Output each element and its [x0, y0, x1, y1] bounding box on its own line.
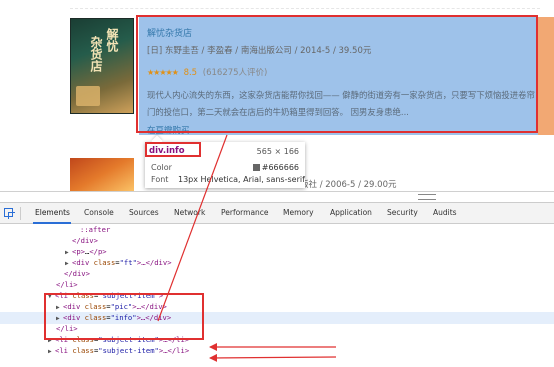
devtools-tabbar: Elements Console Sources Network Perform… — [0, 202, 554, 224]
dom-tag: </div> — [64, 269, 90, 278]
tab-application[interactable]: Application — [330, 208, 372, 217]
grip-icon — [418, 194, 436, 200]
dom-attr-value: "ft" — [119, 258, 137, 267]
tooltip-color-value: #666666 — [252, 163, 299, 172]
tooltip-font-label: Font — [151, 175, 169, 184]
tab-divider — [20, 207, 21, 220]
dom-attr-value: "subject-item" — [98, 346, 159, 355]
dom-pseudo: ::after — [80, 225, 111, 234]
dom-attr: class — [72, 346, 94, 355]
color-swatch-icon — [252, 164, 260, 171]
dom-tag: <div — [72, 258, 90, 267]
dom-tag: </li> — [56, 280, 78, 289]
inspect-element-icon[interactable] — [4, 208, 15, 219]
tab-audits[interactable]: Audits — [433, 208, 457, 217]
dom-tag: >…</div> — [136, 258, 172, 267]
cover-illustration — [76, 86, 100, 106]
divider — [70, 8, 540, 9]
cover-title-b: 杂货店 — [89, 36, 103, 72]
annotation-box-dom — [44, 293, 204, 340]
tooltip-color-label: Color — [151, 163, 172, 172]
dom-tag: <p> — [72, 247, 85, 256]
cover-title-a: 解忧 — [105, 28, 119, 52]
tab-sources[interactable]: Sources — [129, 208, 159, 217]
dom-attr: class — [93, 258, 116, 267]
tab-performance[interactable]: Performance — [221, 208, 269, 217]
tab-elements[interactable]: Elements — [35, 208, 70, 217]
tab-network[interactable]: Network — [174, 208, 205, 217]
book-cover-image-2[interactable] — [70, 158, 134, 191]
book-cover-image[interactable]: 解忧 杂货店 — [70, 18, 134, 114]
margin-highlight — [538, 17, 554, 135]
page-viewport: 解忧 杂货店 解忧杂货店 [日] 东野圭吾 / 李盈春 / 南海出版公司 / 2… — [0, 0, 554, 191]
tooltip-color-text: #666666 — [261, 163, 299, 172]
tooltip-font-value: 13px Helvetica, Arial, sans-serif — [178, 175, 305, 184]
annotation-box-info — [136, 15, 538, 133]
expand-triangle-icon[interactable]: ▶ — [48, 346, 55, 358]
dom-tag: >…</li> — [158, 346, 190, 355]
dom-tag: </p> — [89, 247, 107, 256]
tab-console[interactable]: Console — [84, 208, 114, 217]
annotation-box-tooltip — [145, 142, 201, 157]
dom-node[interactable]: ▶ <li class="subject-item">…</li> — [0, 345, 554, 357]
tab-security[interactable]: Security — [387, 208, 418, 217]
dom-tag: <li — [55, 346, 68, 355]
book2-pub-info: 版社 / 2006-5 / 29.00元 — [300, 180, 397, 190]
tab-memory[interactable]: Memory — [283, 208, 314, 217]
devtools-panel: Elements Console Sources Network Perform… — [0, 191, 554, 367]
dom-tag: </div> — [72, 236, 98, 245]
tooltip-size: 565 × 166 — [256, 147, 299, 156]
